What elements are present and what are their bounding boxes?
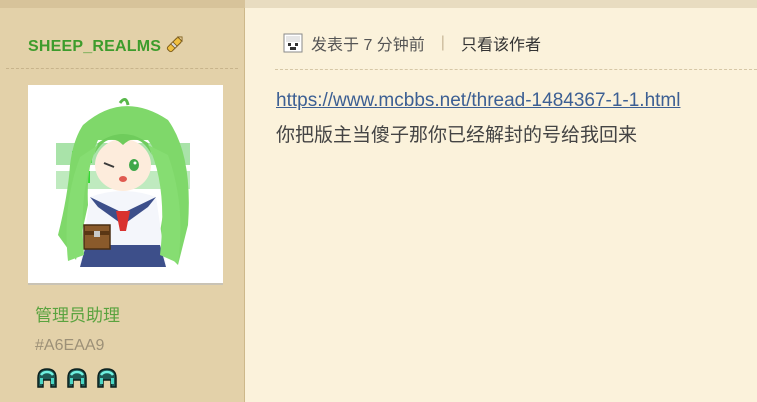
diamond-helmet-icon[interactable] — [65, 366, 89, 390]
author-name[interactable]: SHEEP_REALMS — [28, 38, 161, 56]
diamond-helmet-icon[interactable] — [95, 366, 119, 390]
top-band-post — [245, 0, 757, 8]
medal-list — [35, 366, 119, 390]
post-time: 发表于 7 分钟前 — [311, 37, 425, 54]
user-color-code: #A6EAA9 — [35, 337, 105, 354]
thread-link[interactable]: https://www.mcbbs.net/thread-1484367-1-1… — [276, 90, 680, 112]
post-header: 发表于 7 分钟前 | 只看该作者 — [283, 32, 541, 54]
sidebar-divider — [6, 68, 238, 69]
sidebar-top-strip — [0, 0, 245, 8]
post-divider — [275, 69, 757, 70]
online-status-icon — [283, 33, 303, 53]
author-name-link[interactable]: SHEEP_REALMS — [28, 34, 186, 59]
avatar[interactable] — [28, 85, 223, 283]
only-author-link[interactable]: 只看该作者 — [461, 31, 541, 55]
user-group[interactable]: 管理员助理 — [35, 301, 120, 326]
post-body-text: 你把版主当傻子那你已经解封的号给我回来 — [276, 125, 638, 146]
author-sidebar: SHEEP_REALMS 管理员助理 #A6EAA9 — [0, 0, 245, 402]
pencil-badge-icon — [164, 34, 186, 59]
diamond-helmet-icon[interactable] — [35, 366, 59, 390]
header-separator: | — [440, 34, 445, 51]
